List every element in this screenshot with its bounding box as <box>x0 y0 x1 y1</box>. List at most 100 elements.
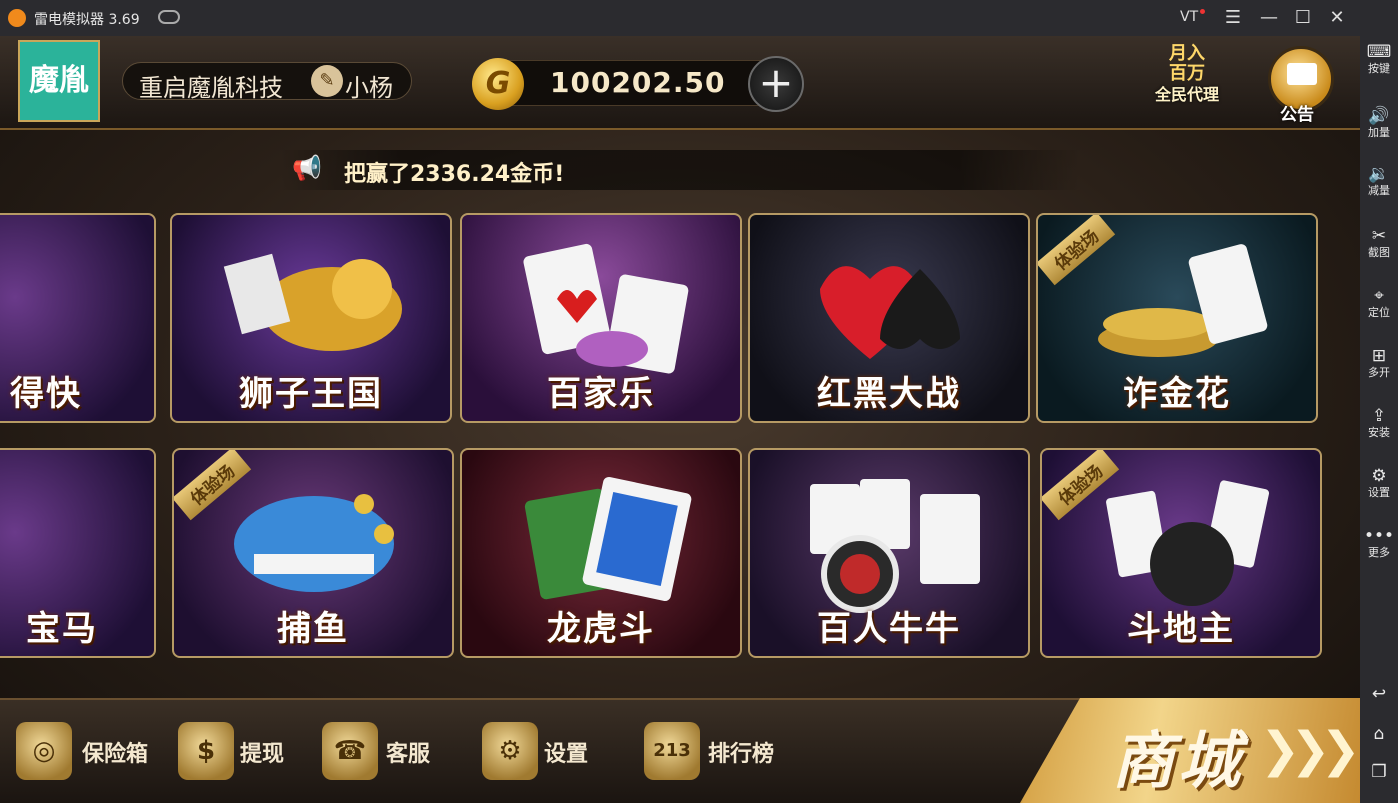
add-coins-button[interactable]: + <box>748 56 804 112</box>
emulator-logo-icon <box>8 9 26 27</box>
game-card-lion-kingdom[interactable]: 狮子王国 <box>170 213 452 423</box>
dragon-tiger-cards-icon <box>524 476 692 602</box>
envelope-icon <box>1287 63 1317 85</box>
withdraw-label: 提现 <box>240 742 285 767</box>
android-recent-button[interactable]: ❐ <box>1360 762 1398 782</box>
agent-line-2: 百万 <box>1169 63 1205 84</box>
minimize-button[interactable]: — <box>1256 6 1282 30</box>
sidebar-item-label: 按键 <box>1368 62 1390 75</box>
sidebar-item-more[interactable]: ••• 更多 <box>1360 526 1398 560</box>
game-name: 斗地主 <box>1127 609 1235 649</box>
agent-promo-button[interactable]: 月入 百万 全民代理 <box>1144 44 1230 124</box>
emulator-sidebar: ⌨ 按键 🔊 加量 🔉 减量 ✂ 截图 ⌖ 定位 ⊞ 多开 ⇪ 安装 ⚙ 设置 … <box>1360 36 1398 803</box>
game-name: 捕鱼 <box>277 609 349 649</box>
volume-up-icon: 🔊 <box>1368 106 1390 126</box>
sidebar-item-multi-instance[interactable]: ⊞ 多开 <box>1360 346 1398 380</box>
back-arrow-icon: ↩ <box>1371 684 1387 704</box>
menu-icon[interactable]: ☰ <box>1220 6 1246 30</box>
game-card-hundred-niuniu[interactable]: 百人牛牛 <box>748 448 1030 658</box>
user-name: 重启魔胤科技 <box>139 74 283 102</box>
location-pin-icon: ⌖ <box>1374 286 1384 306</box>
game-card-red-black-war[interactable]: 红黑大战 <box>748 213 1030 423</box>
sidebar-item-screenshot[interactable]: ✂ 截图 <box>1360 226 1398 260</box>
sidebar-item-volume-down[interactable]: 🔉 减量 <box>1360 164 1398 198</box>
gold-coin-icon: G <box>472 58 524 110</box>
game-name: 狮子王国 <box>239 374 383 414</box>
podium-icon: 213 <box>644 722 700 780</box>
sidebar-item-install-apk[interactable]: ⇪ 安装 <box>1360 406 1398 440</box>
ranking-button[interactable]: 213 排行榜 <box>644 720 796 784</box>
game-card-zha-jin-hua[interactable]: 体验场 诈金花 <box>1036 213 1318 423</box>
sidebar-item-volume-up[interactable]: 🔊 加量 <box>1360 106 1398 140</box>
game-screen: 魔胤 重启魔胤科技 ✎ 小杨 G 100202.50 + 月入 百万 全民代理 … <box>0 36 1360 803</box>
golden-lion-icon <box>223 253 402 351</box>
settings-button[interactable]: ⚙ 设置 <box>482 720 594 784</box>
withdraw-button[interactable]: $ 提现 <box>178 720 290 784</box>
game-name: 百家乐 <box>547 374 655 414</box>
game-card-bmw[interactable]: 宝马 <box>0 448 156 658</box>
home-icon: ⌂ <box>1373 724 1385 744</box>
headset-icon: ☎ <box>322 722 378 780</box>
game-card-dekuai[interactable]: 得快 <box>0 213 156 423</box>
gear-icon: ⚙ <box>1371 466 1387 486</box>
sidebar-item-settings[interactable]: ⚙ 设置 <box>1360 466 1398 500</box>
edit-pencil-icon[interactable]: ✎ <box>311 65 343 97</box>
agent-line-1: 月入 <box>1169 43 1205 64</box>
safe-icon: ◎ <box>16 722 72 780</box>
sidebar-item-label: 安装 <box>1368 426 1390 439</box>
coin-stack-icon: $ <box>178 722 234 780</box>
apk-install-icon: ⇪ <box>1371 406 1387 426</box>
shop-label: 商城 <box>1112 724 1245 797</box>
keyboard-icon: ⌨ <box>1366 42 1392 62</box>
shop-button[interactable]: 商城 ❯❯❯ <box>1020 698 1360 803</box>
avatar[interactable]: 魔胤 <box>18 40 100 122</box>
android-home-button[interactable]: ⌂ <box>1360 724 1398 744</box>
recent-apps-icon: ❐ <box>1371 762 1387 782</box>
sidebar-item-label: 设置 <box>1368 486 1390 499</box>
game-name: 得快 <box>10 374 82 414</box>
gear-icon: ⚙ <box>482 722 538 780</box>
game-card-dou-di-zhu[interactable]: 体验场 斗地主 <box>1040 448 1322 658</box>
multi-window-icon: ⊞ <box>1371 346 1387 366</box>
playing-cards-icon <box>523 243 689 374</box>
ranking-label: 排行榜 <box>708 742 775 767</box>
marquee-message: 把赢了2336.24金币! <box>344 162 565 187</box>
gamepad-icon[interactable] <box>158 10 180 24</box>
settings-label: 设置 <box>544 742 589 767</box>
safe-box-label: 保险箱 <box>82 742 149 767</box>
emulator-titlebar: 雷电模拟器 3.69 VT ☰ — ☐ ✕ <box>0 0 1398 36</box>
sidebar-item-label: 加量 <box>1368 126 1390 139</box>
notice-label: 公告 <box>1280 105 1314 125</box>
safe-box-button[interactable]: ◎ 保险箱 <box>16 720 156 784</box>
user-name-tail: 小杨 <box>345 74 393 102</box>
customer-service-label: 客服 <box>386 742 431 767</box>
game-name: 宝马 <box>26 609 98 649</box>
vt-indicator: VT <box>1180 9 1199 25</box>
bull-chip-cards-icon <box>810 479 980 613</box>
sidebar-item-keymap[interactable]: ⌨ 按键 <box>1360 42 1398 76</box>
game-topbar: 魔胤 重启魔胤科技 ✎ 小杨 G 100202.50 + 月入 百万 全民代理 … <box>0 36 1360 130</box>
volume-down-icon: 🔉 <box>1368 164 1390 184</box>
game-card-baccarat[interactable]: 百家乐 <box>460 213 742 423</box>
heart-spade-icon <box>820 266 960 359</box>
agent-line-3: 全民代理 <box>1154 85 1219 104</box>
android-back-button[interactable]: ↩ <box>1360 684 1398 704</box>
sidebar-item-label: 多开 <box>1368 366 1390 379</box>
shark-icon <box>234 494 394 592</box>
gold-chips-cards-icon <box>1098 244 1268 357</box>
win-marquee: 📢 把赢了2336.24金币! <box>280 150 1080 190</box>
sidebar-item-label: 截图 <box>1368 246 1390 259</box>
maximize-button[interactable]: ☐ <box>1290 6 1316 30</box>
customer-service-button[interactable]: ☎ 客服 <box>322 720 440 784</box>
sidebar-item-location[interactable]: ⌖ 定位 <box>1360 286 1398 320</box>
game-card-fishing[interactable]: 体验场 捕鱼 <box>172 448 454 658</box>
user-name-pill[interactable]: 重启魔胤科技 ✎ 小杨 <box>122 62 412 102</box>
game-name: 龙虎斗 <box>547 609 655 649</box>
sidebar-item-label: 更多 <box>1368 546 1390 559</box>
megaphone-icon: 📢 <box>292 154 322 182</box>
double-arrow-icon: ❯❯❯ <box>1260 722 1360 778</box>
vt-status-dot <box>1200 9 1205 14</box>
close-button[interactable]: ✕ <box>1324 6 1350 30</box>
game-card-dragon-tiger[interactable]: 龙虎斗 <box>460 448 742 658</box>
more-dots-icon: ••• <box>1363 526 1395 546</box>
